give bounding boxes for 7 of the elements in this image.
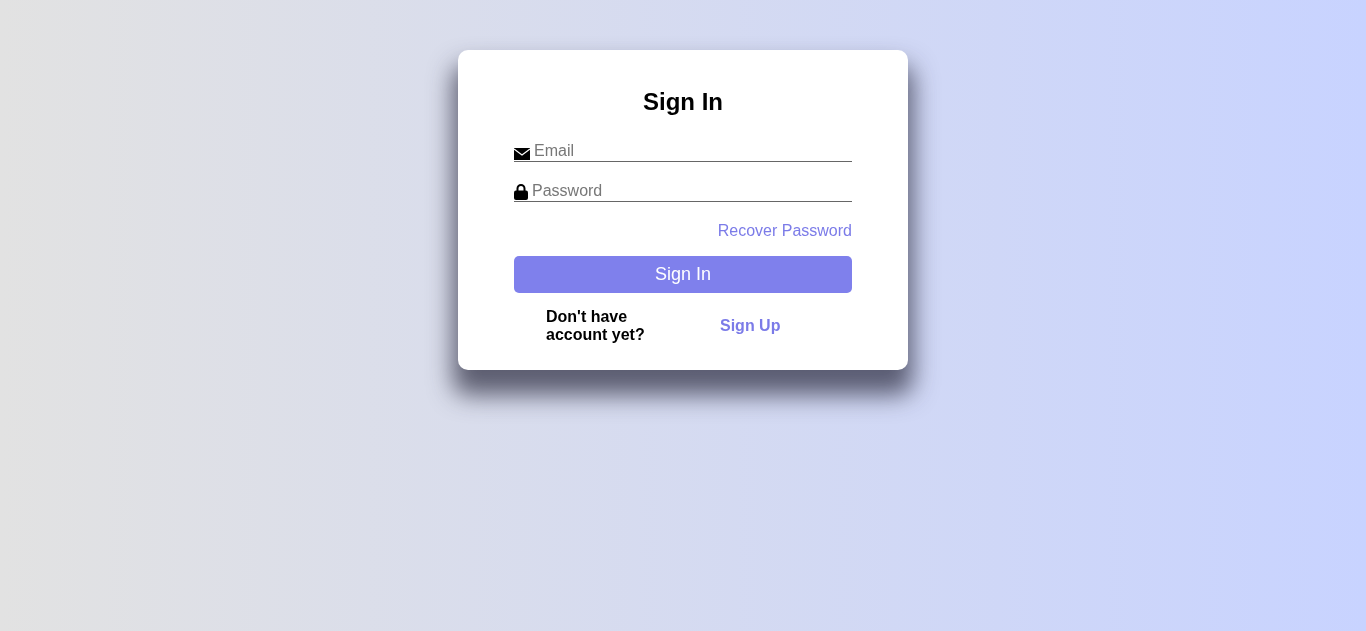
form-title: Sign In bbox=[642, 88, 724, 116]
lock-icon bbox=[514, 184, 528, 200]
sign-in-button[interactable]: Sign In bbox=[514, 256, 852, 293]
sign-up-link[interactable]: Sign Up bbox=[720, 317, 781, 335]
recover-password-link[interactable]: Recover Password bbox=[717, 222, 852, 240]
signup-prompt: Don't have account yet? bbox=[546, 308, 646, 344]
envelope-icon bbox=[514, 148, 530, 160]
